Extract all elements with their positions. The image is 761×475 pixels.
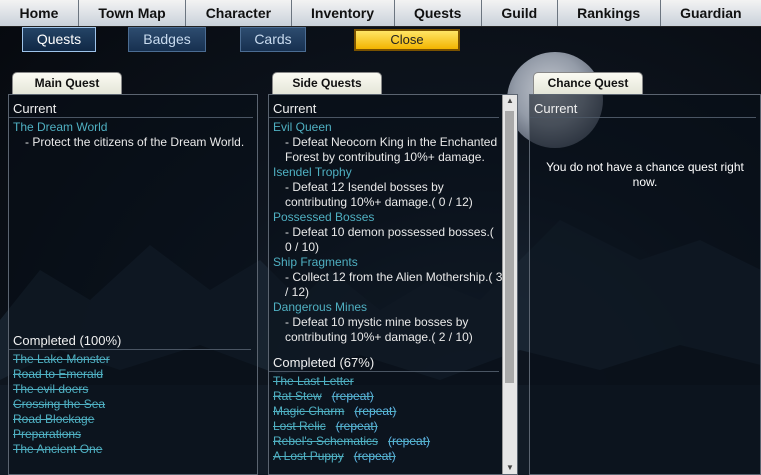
close-button[interactable]: Close (354, 29, 460, 51)
completed-quest-name[interactable]: Lost Relic (273, 419, 326, 433)
main-quest-header[interactable]: Main Quest (12, 72, 122, 94)
completed-quest-name[interactable]: A Lost Puppy (273, 449, 344, 463)
completed-heading: Completed (100%) (9, 327, 251, 350)
completed-quest[interactable]: A Lost Puppy (repeat) (269, 449, 503, 464)
top-navigation: Home Town Map Character Inventory Quests… (0, 0, 761, 27)
empty-chance-quest-message: You do not have a chance quest right now… (546, 160, 744, 189)
quest-name: Evil Queen (273, 120, 332, 134)
chance-quest-header[interactable]: Chance Quest (533, 72, 643, 94)
scroll-up-arrow-icon[interactable]: ▲ (503, 95, 517, 107)
nav-guardian[interactable]: Guardian (661, 0, 761, 26)
completed-quest-name[interactable]: Rat Stew (273, 389, 322, 403)
completed-quest[interactable]: The Lake Monster (9, 352, 255, 367)
main-quest-panel: Current The Dream World - Protect the ci… (8, 94, 258, 475)
quest-description: - Protect the citizens of the Dream Worl… (25, 135, 245, 149)
completed-quest[interactable]: Rebel's Schematics (repeat) (269, 434, 503, 449)
completed-quest[interactable]: Crossing the Sea (9, 397, 255, 412)
nav-inventory[interactable]: Inventory (292, 0, 395, 26)
tab-quests[interactable]: Quests (22, 27, 96, 52)
completed-quest-name[interactable]: Rebel's Schematics (273, 434, 378, 448)
completed-quest[interactable]: Rat Stew (repeat) (269, 389, 503, 404)
nav-guild[interactable]: Guild (482, 0, 558, 26)
completed-quest[interactable]: Preparations (9, 427, 255, 442)
completed-quest[interactable]: Road to Emerald (9, 367, 255, 382)
nav-character[interactable]: Character (186, 0, 292, 26)
quest-name: Dangerous Mines (273, 300, 368, 314)
side-quests-header[interactable]: Side Quests (272, 72, 382, 94)
quest-description: - Defeat 10 demon possessed bosses.( 0 /… (285, 225, 494, 254)
completed-quest[interactable]: Lost Relic (repeat) (269, 419, 503, 434)
current-heading: Current (530, 95, 756, 118)
completed-quest[interactable]: The Ancient One (9, 442, 255, 457)
nav-rankings[interactable]: Rankings (558, 0, 661, 26)
completed-quest[interactable]: Road Blockage (9, 412, 255, 427)
side-quests-panel: Current Evil Queen - Defeat Neocorn King… (268, 94, 518, 475)
completed-quest-name[interactable]: The Last Letter (273, 374, 354, 388)
completed-quest[interactable]: Magic Charm (repeat) (269, 404, 503, 419)
completed-quest[interactable]: The evil doers (9, 382, 255, 397)
tab-cards[interactable]: Cards (240, 27, 306, 52)
repeat-link[interactable]: (repeat) (336, 419, 378, 433)
quest-name: The Dream World (13, 120, 108, 134)
completed-quest[interactable]: The Last Letter (269, 374, 503, 389)
quest-description: - Collect 12 from the Alien Mothership.(… (285, 270, 503, 299)
quest-name: Isendel Trophy (273, 165, 352, 179)
repeat-link[interactable]: (repeat) (388, 434, 430, 448)
chance-quest-panel: Current You do not have a chance quest r… (529, 94, 761, 475)
completed-heading: Completed (67%) (269, 349, 499, 372)
completed-quest-name[interactable]: Magic Charm (273, 404, 344, 418)
quest-name: Possessed Bosses (273, 210, 375, 224)
repeat-link[interactable]: (repeat) (354, 404, 396, 418)
quest-description: - Defeat 12 Isendel bosses by contributi… (285, 180, 473, 209)
repeat-link[interactable]: (repeat) (354, 449, 396, 463)
side-quests-scrollbar[interactable]: ▲ ▼ (502, 95, 517, 474)
quest-description: - Defeat Neocorn King in the Enchanted F… (285, 135, 498, 164)
quest-description: - Defeat 10 mystic mine bosses by contri… (285, 315, 473, 344)
nav-home[interactable]: Home (0, 0, 79, 26)
tab-badges[interactable]: Badges (128, 27, 206, 52)
repeat-link[interactable]: (repeat) (332, 389, 374, 403)
quest-name: Ship Fragments (273, 255, 358, 269)
scroll-down-arrow-icon[interactable]: ▼ (503, 462, 517, 474)
scroll-thumb[interactable] (505, 111, 514, 383)
nav-town-map[interactable]: Town Map (79, 0, 187, 26)
nav-quests[interactable]: Quests (395, 0, 482, 26)
current-heading: Current (9, 95, 253, 118)
current-heading: Current (269, 95, 499, 118)
